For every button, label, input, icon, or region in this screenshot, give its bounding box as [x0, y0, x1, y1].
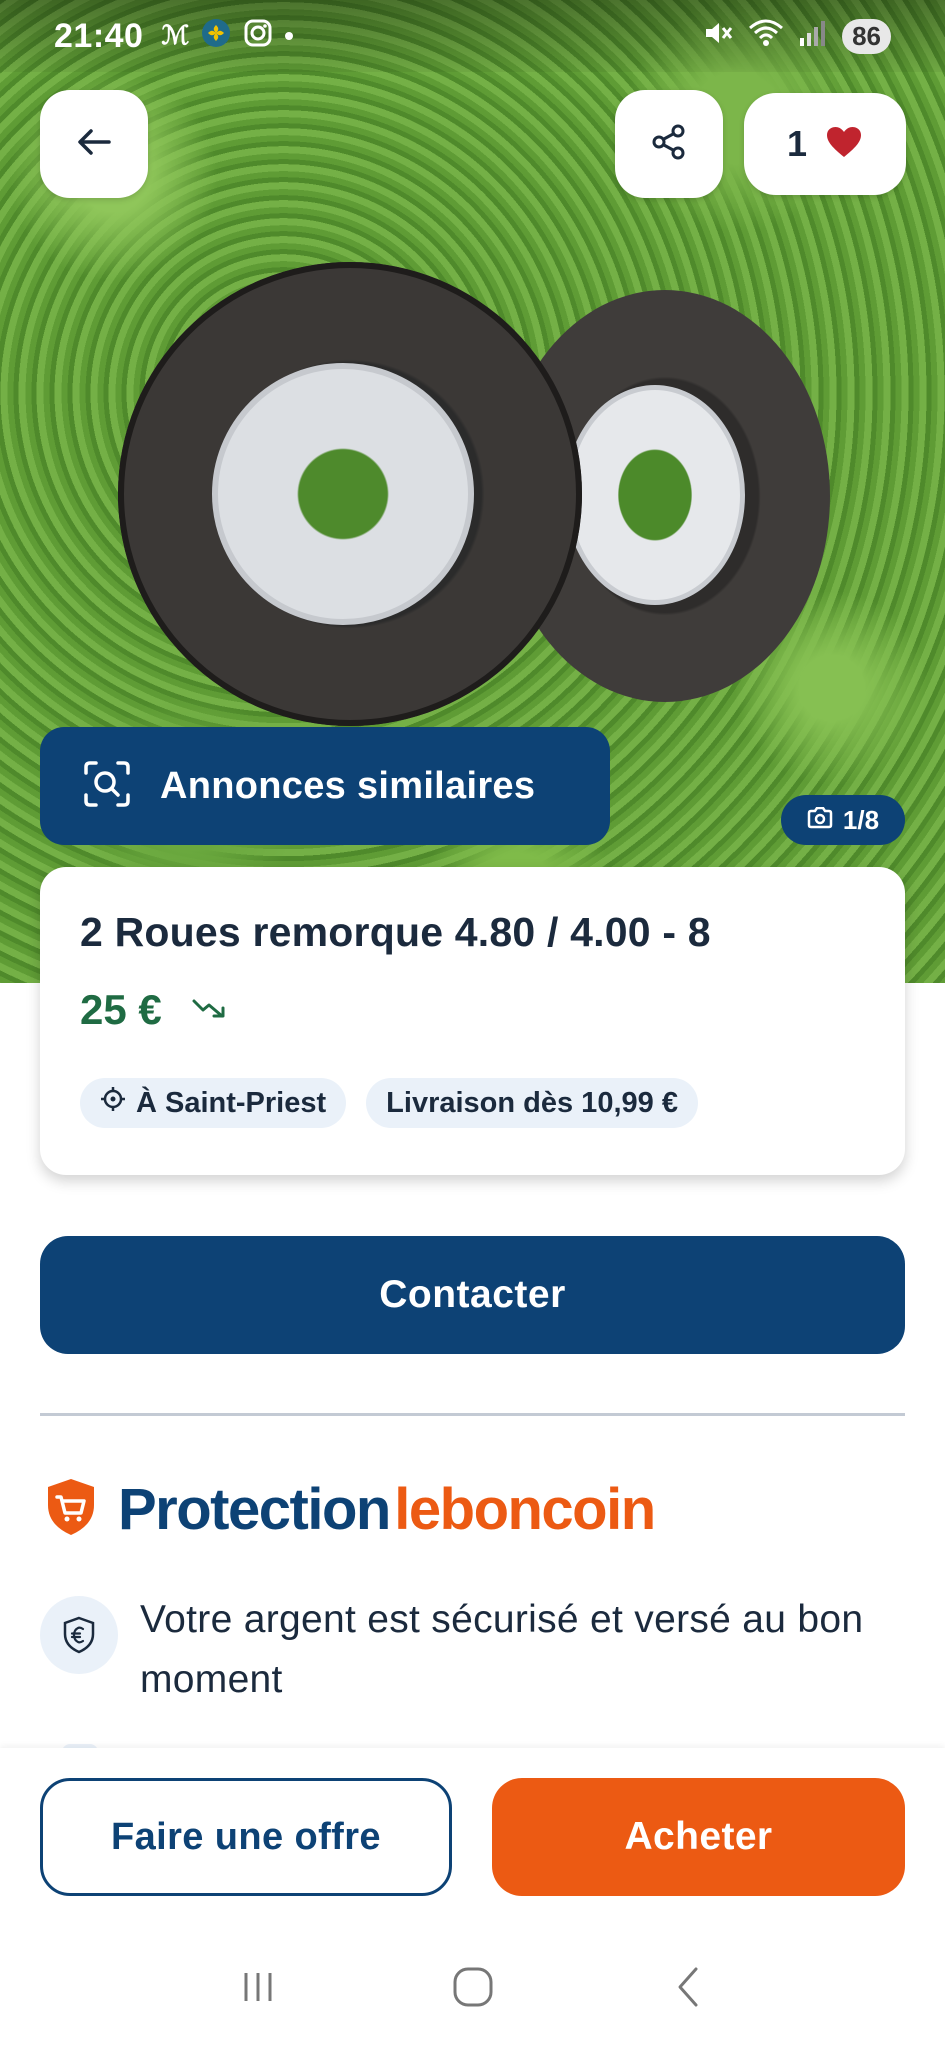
similar-listings-label: Annonces similaires	[160, 764, 536, 807]
location-label: À Saint-Priest	[136, 1086, 327, 1119]
delivery-chip[interactable]: Livraison dès 10,99 €	[366, 1078, 698, 1128]
camera-icon	[807, 805, 833, 836]
listing-photo[interactable]: 21:40 ℳ 86 1 Annonces similaires 1/8	[0, 0, 945, 983]
favorite-button[interactable]: 1	[744, 93, 906, 195]
recent-apps-button[interactable]	[223, 1954, 293, 2024]
protection-title: Protection	[118, 1477, 391, 1542]
battery-indicator: 86	[842, 18, 891, 54]
favorite-count: 1	[786, 123, 808, 164]
similar-listings-button[interactable]: Annonces similaires	[40, 727, 610, 845]
photo-counter-text: 1/8	[842, 804, 880, 835]
protection-feature: Votre argent est sécurisé et versé au bo…	[40, 1596, 900, 1710]
listing-summary-card: 2 Roues remorque 4.80 / 4.00 - 8 25 € À …	[40, 867, 905, 1175]
listing-chips: À Saint-Priest Livraison dès 10,99 €	[80, 1078, 865, 1128]
dot-icon	[285, 32, 294, 40]
leboncoin-brand: leboncoin	[394, 1477, 656, 1542]
status-time: 21:40	[54, 16, 144, 55]
listing-price: 25 €	[80, 986, 162, 1033]
listing-title: 2 Roues remorque 4.80 / 4.00 - 8	[80, 909, 711, 955]
system-back-button[interactable]	[653, 1954, 723, 2024]
chevron-left-icon	[672, 1965, 704, 2014]
section-divider	[40, 1413, 905, 1416]
make-offer-button[interactable]: Faire une offre	[40, 1778, 452, 1896]
status-left-icons: ℳ	[161, 18, 294, 55]
recent-apps-icon	[238, 1967, 278, 2012]
rim-image-1	[212, 363, 474, 625]
status-bar: 21:40 ℳ 86	[0, 0, 945, 72]
contact-button[interactable]: Contacter	[40, 1236, 905, 1354]
shopping-cart-shield-icon	[44, 1477, 98, 1542]
location-target-icon	[100, 1086, 126, 1120]
euro-shield-icon	[40, 1596, 118, 1674]
newspaper-icon: ℳ	[161, 21, 190, 51]
bottom-action-bar: Faire une offre Acheter	[0, 1748, 945, 2048]
price-row: 25 €	[80, 986, 865, 1034]
protection-feature-text: Votre argent est sécurisé et versé au bo…	[140, 1598, 864, 1701]
visual-search-icon	[82, 759, 132, 814]
protection-heading: Protection leboncoin	[44, 1476, 656, 1543]
home-icon	[451, 1965, 495, 2014]
back-button[interactable]	[40, 90, 148, 198]
instagram-icon	[243, 18, 273, 55]
share-icon	[649, 122, 689, 167]
status-right-icons: 86	[702, 17, 891, 56]
heart-icon	[825, 125, 863, 164]
mute-icon	[702, 17, 734, 56]
signal-icon	[798, 18, 828, 55]
system-navigation-bar	[0, 1944, 945, 2034]
arrow-left-icon	[75, 127, 113, 162]
clover-app-icon	[201, 18, 231, 55]
rim-image-2	[565, 385, 745, 605]
wifi-icon	[748, 18, 784, 55]
location-chip[interactable]: À Saint-Priest	[80, 1078, 347, 1128]
home-button[interactable]	[438, 1954, 508, 2024]
trend-down-icon	[192, 996, 228, 1025]
buy-button[interactable]: Acheter	[492, 1778, 905, 1896]
photo-counter[interactable]: 1/8	[781, 795, 905, 845]
delivery-label: Livraison dès 10,99 €	[386, 1086, 678, 1119]
share-button[interactable]	[615, 90, 723, 198]
